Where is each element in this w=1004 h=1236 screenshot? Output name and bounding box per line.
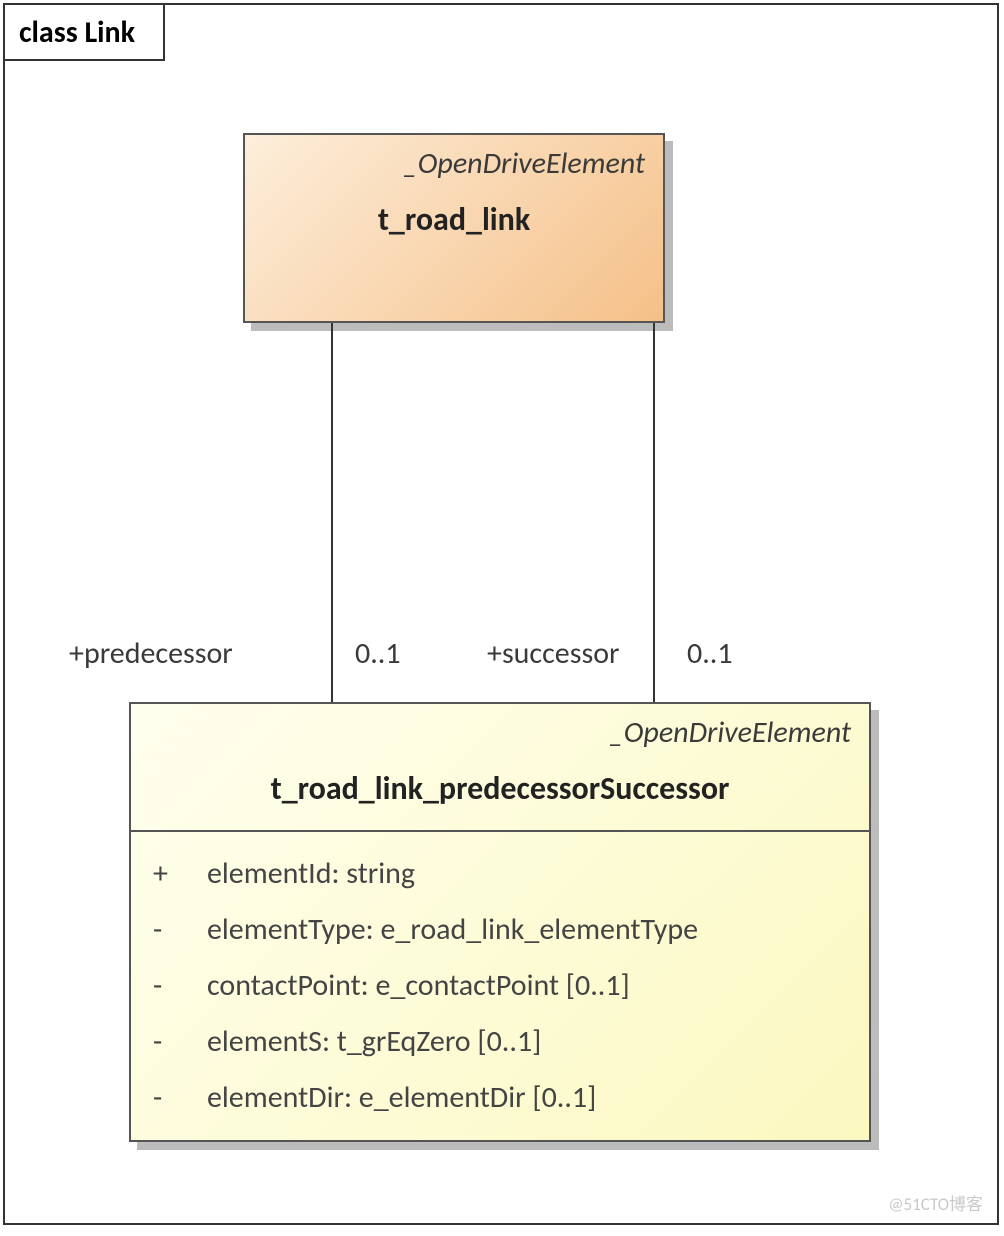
stereotype-label: _OpenDriveElement bbox=[131, 704, 869, 751]
attribute-visibility: + bbox=[153, 846, 207, 902]
class-t-road-link-predecessor-successor: _OpenDriveElement t_road_link_predecesso… bbox=[129, 702, 871, 1142]
watermark: @51CTO博客 bbox=[888, 1190, 983, 1215]
attribute-text: elementId: string bbox=[207, 846, 415, 902]
attribute-row: - contactPoint: e_contactPoint [0..1] bbox=[153, 958, 859, 1014]
diagram-title: class Link bbox=[19, 14, 135, 51]
attribute-compartment: + elementId: string - elementType: e_roa… bbox=[131, 832, 869, 1136]
association-line-successor bbox=[653, 323, 655, 702]
attribute-visibility: - bbox=[153, 1014, 207, 1070]
attribute-row: - elementS: t_grEqZero [0..1] bbox=[153, 1014, 859, 1070]
association-multiplicity-successor: 0..1 bbox=[687, 635, 733, 672]
attribute-row: - elementType: e_road_link_elementType bbox=[153, 902, 859, 958]
attribute-text: elementDir: e_elementDir [0..1] bbox=[207, 1070, 596, 1126]
class-name: t_road_link_predecessorSuccessor bbox=[131, 751, 869, 830]
attribute-row: - elementDir: e_elementDir [0..1] bbox=[153, 1070, 859, 1126]
diagram-title-tab: class Link bbox=[3, 3, 165, 61]
association-role-predecessor: +predecessor bbox=[69, 635, 233, 672]
attribute-text: elementS: t_grEqZero [0..1] bbox=[207, 1014, 541, 1070]
attribute-text: contactPoint: e_contactPoint [0..1] bbox=[207, 958, 630, 1014]
association-line-predecessor bbox=[331, 323, 333, 702]
attribute-row: + elementId: string bbox=[153, 846, 859, 902]
attribute-visibility: - bbox=[153, 958, 207, 1014]
attribute-visibility: - bbox=[153, 902, 207, 958]
association-multiplicity-predecessor: 0..1 bbox=[355, 635, 401, 672]
class-t-road-link: _OpenDriveElement t_road_link bbox=[243, 133, 665, 323]
association-role-successor: +successor bbox=[487, 635, 619, 672]
attribute-text: elementType: e_road_link_elementType bbox=[207, 902, 698, 958]
stereotype-label: _OpenDriveElement bbox=[245, 135, 663, 182]
diagram-frame: class Link _OpenDriveElement t_road_link… bbox=[3, 3, 999, 1225]
attribute-visibility: - bbox=[153, 1070, 207, 1126]
class-name: t_road_link bbox=[245, 182, 663, 261]
